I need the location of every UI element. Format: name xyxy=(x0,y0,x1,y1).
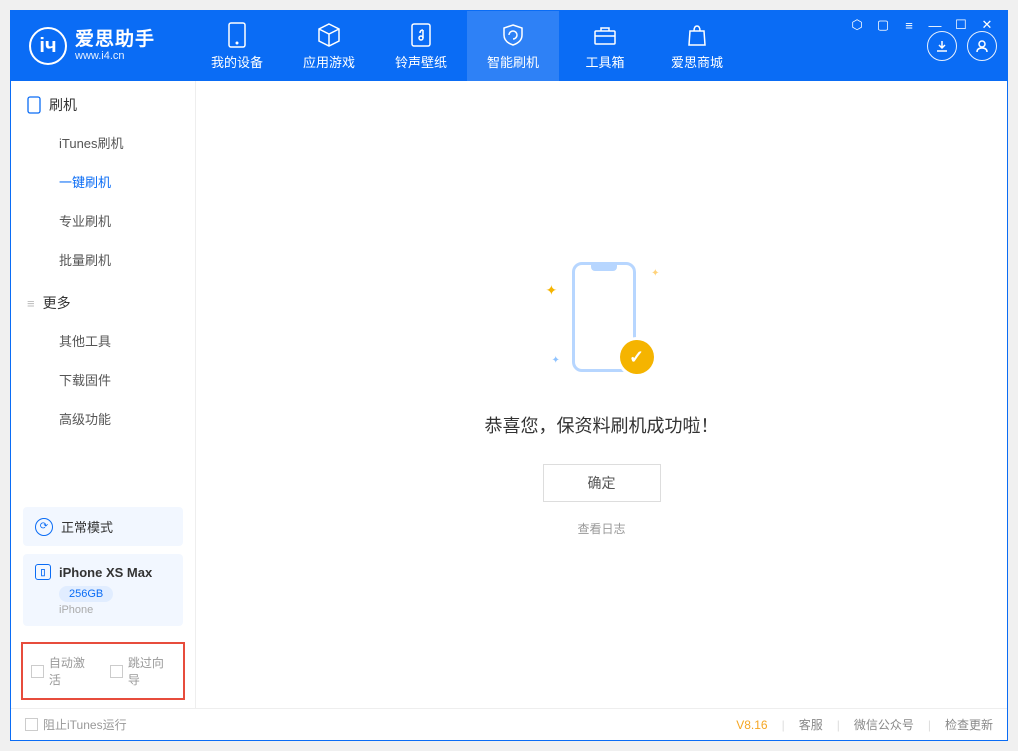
sidebar-item-other-tools[interactable]: 其他工具 xyxy=(11,321,195,360)
window-controls: ⬡ ▢ ≡ ― ☐ ✕ xyxy=(849,17,995,33)
device-icon xyxy=(224,22,250,48)
download-button[interactable] xyxy=(927,31,957,61)
sidebar-item-itunes-flash[interactable]: iTunes刷机 xyxy=(11,123,195,162)
tab-my-device[interactable]: 我的设备 xyxy=(191,11,283,81)
tab-store[interactable]: 爱思商城 xyxy=(651,11,743,81)
sidebar: 刷机 iTunes刷机 一键刷机 专业刷机 批量刷机 ≡ 更多 其他工具 下载固… xyxy=(11,81,196,708)
checkbox-icon xyxy=(110,665,123,678)
feedback-icon[interactable]: ▢ xyxy=(875,17,891,33)
minimize-button[interactable]: ― xyxy=(927,17,943,33)
list-icon: ≡ xyxy=(27,296,35,311)
refresh-shield-icon xyxy=(500,22,526,48)
phone-small-icon xyxy=(27,96,41,114)
statusbar-link-wechat[interactable]: 微信公众号 xyxy=(854,716,914,733)
sidebar-item-pro-flash[interactable]: 专业刷机 xyxy=(11,201,195,240)
sidebar-item-oneclick-flash[interactable]: 一键刷机 xyxy=(11,162,195,201)
nav-tabs: 我的设备 应用游戏 铃声壁纸 智能刷机 工具箱 爱思商城 xyxy=(191,11,927,81)
statusbar-link-update[interactable]: 检查更新 xyxy=(945,716,993,733)
device-small-icon: ▯ xyxy=(35,564,51,580)
logo-area: iч 爱思助手 www.i4.cn xyxy=(11,11,191,81)
user-button[interactable] xyxy=(967,31,997,61)
version-label: V8.16 xyxy=(736,718,767,732)
close-button[interactable]: ✕ xyxy=(979,17,995,33)
section-title: 更多 xyxy=(43,293,71,313)
toolbox-icon xyxy=(592,22,618,48)
checkbox-block-itunes[interactable]: 阻止iTunes运行 xyxy=(25,716,127,733)
mode-icon: ⟳ xyxy=(35,518,53,536)
ok-button[interactable]: 确定 xyxy=(543,464,661,502)
device-box[interactable]: ▯ iPhone XS Max 256GB iPhone xyxy=(23,554,183,626)
checkbox-auto-activate[interactable]: 自动激活 xyxy=(31,654,96,688)
checkbox-icon xyxy=(25,718,38,731)
sidebar-item-download-firmware[interactable]: 下载固件 xyxy=(11,360,195,399)
skin-icon[interactable]: ⬡ xyxy=(849,17,865,33)
tab-apps[interactable]: 应用游戏 xyxy=(283,11,375,81)
device-name: iPhone XS Max xyxy=(59,565,152,580)
tab-label: 铃声壁纸 xyxy=(395,52,447,71)
sidebar-item-batch-flash[interactable]: 批量刷机 xyxy=(11,240,195,279)
checkbox-skip-guide[interactable]: 跳过向导 xyxy=(110,654,175,688)
sparkle-icon: ✦ xyxy=(552,355,560,366)
view-log-link[interactable]: 查看日志 xyxy=(577,520,625,537)
success-message: 恭喜您，保资料刷机成功啦！ xyxy=(485,412,719,438)
sparkle-icon: ✦ xyxy=(651,268,659,279)
sidebar-section-flash: 刷机 xyxy=(11,81,195,123)
checkbox-label: 阻止iTunes运行 xyxy=(43,716,127,733)
checkbox-icon xyxy=(31,665,44,678)
music-icon xyxy=(408,22,434,48)
statusbar: 阻止iTunes运行 V8.16 | 客服 | 微信公众号 | 检查更新 xyxy=(11,708,1007,740)
cube-icon xyxy=(316,22,342,48)
device-storage-badge: 256GB xyxy=(59,586,113,602)
sidebar-section-more: ≡ 更多 xyxy=(11,279,195,321)
tab-label: 爱思商城 xyxy=(671,52,723,71)
tab-label: 我的设备 xyxy=(211,52,263,71)
menu-icon[interactable]: ≡ xyxy=(901,17,917,33)
options-highlight-box: 自动激活 跳过向导 xyxy=(21,642,185,700)
check-badge-icon: ✓ xyxy=(620,340,654,374)
checkbox-label: 跳过向导 xyxy=(128,654,175,688)
success-illustration: ✦ ✦ ✦ ✓ xyxy=(542,252,662,392)
tab-label: 智能刷机 xyxy=(487,52,539,71)
maximize-button[interactable]: ☐ xyxy=(953,17,969,33)
tab-label: 工具箱 xyxy=(585,52,624,71)
app-title: 爱思助手 xyxy=(75,30,155,51)
mode-label: 正常模式 xyxy=(61,517,113,536)
logo-icon: iч xyxy=(29,27,67,65)
tab-toolbox[interactable]: 工具箱 xyxy=(559,11,651,81)
app-subtitle: www.i4.cn xyxy=(75,50,155,62)
sidebar-item-advanced[interactable]: 高级功能 xyxy=(11,399,195,438)
titlebar: ⬡ ▢ ≡ ― ☐ ✕ iч 爱思助手 www.i4.cn 我的设备 应用游戏 xyxy=(11,11,1007,81)
tab-ringtones[interactable]: 铃声壁纸 xyxy=(375,11,467,81)
bag-icon xyxy=(684,22,710,48)
logo-text: 爱思助手 www.i4.cn xyxy=(75,30,155,63)
sparkle-icon: ✦ xyxy=(546,282,558,299)
device-type: iPhone xyxy=(59,604,171,616)
mode-box[interactable]: ⟳ 正常模式 xyxy=(23,507,183,546)
body: 刷机 iTunes刷机 一键刷机 专业刷机 批量刷机 ≡ 更多 其他工具 下载固… xyxy=(11,81,1007,708)
tab-flash[interactable]: 智能刷机 xyxy=(467,11,559,81)
checkbox-label: 自动激活 xyxy=(49,654,96,688)
main-content: ✦ ✦ ✦ ✓ 恭喜您，保资料刷机成功啦！ 确定 查看日志 xyxy=(196,81,1007,708)
statusbar-link-support[interactable]: 客服 xyxy=(799,716,823,733)
app-window: ⬡ ▢ ≡ ― ☐ ✕ iч 爱思助手 www.i4.cn 我的设备 应用游戏 xyxy=(10,10,1008,741)
section-title: 刷机 xyxy=(49,95,77,115)
tab-label: 应用游戏 xyxy=(303,52,355,71)
